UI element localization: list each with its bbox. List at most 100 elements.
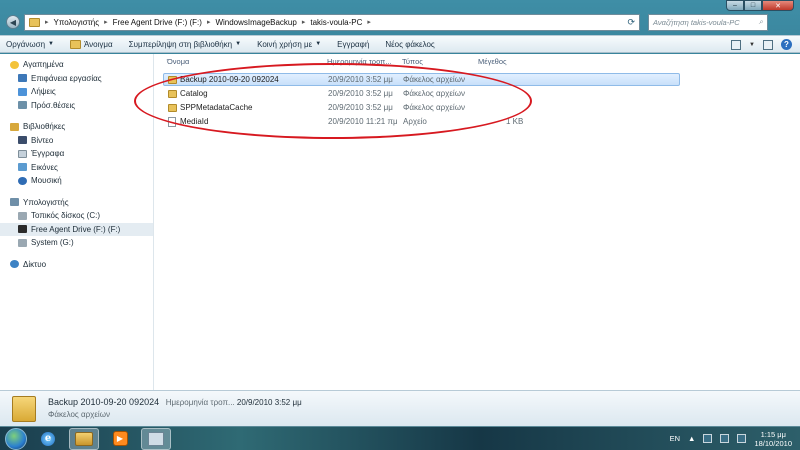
- action-center-icon[interactable]: [703, 434, 713, 443]
- search-icon: ⌕: [758, 17, 763, 26]
- nav-computer-label: Υπολογιστής: [23, 197, 69, 207]
- external-drive-icon: [18, 225, 27, 234]
- chevron-right-icon[interactable]: ▸: [207, 18, 211, 26]
- chevron-down-icon: ▼: [235, 41, 242, 47]
- view-options-icon[interactable]: [731, 39, 742, 50]
- file-row[interactable]: MediaId 20/9/2010 11:21 πμ Αρχείο 1 KB: [163, 115, 680, 128]
- search-input[interactable]: Αναζήτηση takis-voula-PC ⌕: [648, 13, 768, 31]
- nav-recent[interactable]: Πρόσ.θέσεις: [0, 99, 153, 113]
- taskbar: e ▶ EN ▲ 1:15 μμ 18/10/2010: [0, 426, 800, 450]
- folder-icon: [168, 103, 177, 112]
- music-icon: [18, 176, 27, 185]
- breadcrumb-pc[interactable]: takis-voula-PC: [310, 18, 362, 27]
- folder-icon: [69, 39, 81, 49]
- new-folder-button[interactable]: Νέος φάκελος: [385, 40, 434, 49]
- nav-pictures[interactable]: Εικόνες: [0, 161, 153, 175]
- navigation-pane: Αγαπημένα Επιφάνεια εργασίας Λήψεις Πρόσ…: [0, 54, 154, 390]
- file-name: MediaId: [180, 117, 209, 126]
- chevron-right-icon[interactable]: ▸: [302, 18, 306, 26]
- file-name: Backup 2010-09-20 092024: [180, 75, 279, 84]
- nav-drive-f-label: Free Agent Drive (F:) (F:): [31, 224, 121, 234]
- nav-videos[interactable]: Βίντεο: [0, 134, 153, 148]
- organize-button[interactable]: Οργάνωση ▼: [6, 40, 54, 49]
- nav-network[interactable]: Δίκτυο: [0, 258, 153, 272]
- search-placeholder: Αναζήτηση takis-voula-PC: [653, 17, 740, 27]
- minimize-button[interactable]: –: [726, 0, 744, 11]
- nav-documents[interactable]: Έγγραφα: [0, 147, 153, 161]
- language-indicator[interactable]: EN: [670, 434, 680, 443]
- nav-downloads[interactable]: Λήψεις: [0, 85, 153, 99]
- details-date-label: Ημερομηνία τροπ...: [165, 398, 235, 407]
- maximize-button[interactable]: □: [744, 0, 762, 11]
- nav-music-label: Μουσική: [31, 176, 62, 186]
- preview-pane-icon[interactable]: [763, 39, 773, 50]
- taskbar-explorer[interactable]: [69, 427, 99, 450]
- share-button[interactable]: Κοινή χρήση με ▼: [257, 40, 321, 49]
- column-date[interactable]: Ημερομηνία τροπ...: [327, 57, 392, 66]
- internet-explorer-icon: e: [41, 431, 55, 446]
- volume-icon[interactable]: [737, 434, 747, 443]
- file-row[interactable]: SPPMetadataCache 20/9/2010 3:52 μμ Φάκελ…: [163, 101, 680, 114]
- breadcrumb-drive[interactable]: Free Agent Drive (F:) (F:): [113, 18, 202, 27]
- taskbar-media-player[interactable]: ▶: [105, 428, 135, 450]
- file-date: 20/9/2010 3:52 μμ: [328, 89, 393, 98]
- chevron-right-icon[interactable]: ▸: [367, 18, 371, 26]
- command-bar: Οργάνωση ▼ Άνοιγμα Συμπερίληψη στη βιβλι…: [0, 35, 800, 53]
- file-type: Φάκελος αρχείων: [403, 89, 465, 98]
- clock-time: 1:15 μμ: [760, 429, 786, 439]
- close-button[interactable]: ✕: [762, 0, 794, 11]
- nav-videos-label: Βίντεο: [31, 135, 54, 145]
- nav-drive-f[interactable]: Free Agent Drive (F:) (F:): [0, 222, 153, 236]
- chevron-down-icon[interactable]: ▼: [749, 42, 755, 48]
- nav-desktop[interactable]: Επιφάνεια εργασίας: [0, 72, 153, 86]
- nav-computer[interactable]: Υπολογιστής: [0, 196, 153, 210]
- network-status-icon[interactable]: [720, 434, 730, 443]
- nav-desktop-label: Επιφάνεια εργασίας: [31, 73, 102, 83]
- folder-icon: [168, 75, 177, 84]
- organize-label: Οργάνωση: [6, 39, 46, 49]
- nav-favorites[interactable]: Αγαπημένα: [0, 58, 153, 72]
- breadcrumb-backup[interactable]: WindowsImageBackup: [215, 18, 296, 27]
- chevron-right-icon[interactable]: ▸: [45, 18, 49, 26]
- taskbar-internet-explorer[interactable]: e: [33, 428, 63, 450]
- breadcrumb-computer[interactable]: Υπολογιστής: [54, 18, 100, 27]
- chevron-down-icon: ▼: [48, 41, 54, 47]
- start-button[interactable]: [5, 427, 27, 450]
- details-type: Φάκελος αρχείων: [48, 410, 110, 419]
- media-player-icon: ▶: [112, 431, 128, 446]
- network-group: Δίκτυο: [0, 258, 153, 272]
- column-type[interactable]: Τύπος: [402, 57, 423, 66]
- taskbar-network-app[interactable]: [141, 427, 171, 450]
- details-date-value: 20/9/2010 3:52 μμ: [236, 398, 302, 407]
- column-size[interactable]: Μέγεθος: [478, 57, 507, 66]
- burn-button[interactable]: Εγγραφή: [337, 40, 369, 49]
- open-button[interactable]: Άνοιγμα: [69, 39, 113, 49]
- address-bar[interactable]: ▸ Υπολογιστής ▸ Free Agent Drive (F:) (F…: [24, 13, 640, 31]
- downloads-icon: [18, 87, 27, 96]
- nav-libraries[interactable]: Βιβλιοθήκες: [0, 120, 153, 134]
- nav-music[interactable]: Μουσική: [0, 174, 153, 188]
- file-type: Φάκελος αρχείων: [403, 75, 465, 84]
- folder-icon: [12, 395, 36, 422]
- nav-libraries-label: Βιβλιοθήκες: [23, 122, 66, 132]
- back-button[interactable]: ◀: [6, 15, 20, 29]
- file-list: Όνομα Ημερομηνία τροπ... Τύπος Μέγεθος B…: [155, 54, 800, 390]
- column-name[interactable]: Όνομα: [167, 57, 189, 66]
- nav-drive-c[interactable]: Τοπικός δίσκος (C:): [0, 209, 153, 223]
- nav-drive-g[interactable]: System (G:): [0, 236, 153, 250]
- chevron-right-icon[interactable]: ▸: [104, 18, 108, 26]
- file-row[interactable]: Catalog 20/9/2010 3:52 μμ Φάκελος αρχείω…: [163, 87, 680, 100]
- include-library-button[interactable]: Συμπερίληψη στη βιβλιοθήκη ▼: [129, 40, 241, 49]
- chevron-down-icon: ▼: [315, 41, 322, 47]
- file-row[interactable]: Backup 2010-09-20 092024 20/9/2010 3:52 …: [163, 73, 680, 86]
- pictures-icon: [18, 163, 27, 172]
- library-icon: [10, 122, 19, 131]
- nav-drive-c-label: Τοπικός δίσκος (C:): [31, 211, 100, 221]
- clock[interactable]: 1:15 μμ 18/10/2010: [754, 430, 792, 448]
- refresh-icon[interactable]: ⟳: [627, 17, 635, 28]
- help-icon[interactable]: ?: [781, 39, 792, 50]
- nav-documents-label: Έγγραφα: [31, 149, 65, 159]
- include-library-label: Συμπερίληψη στη βιβλιοθήκη: [128, 39, 233, 49]
- show-hidden-icons-icon[interactable]: ▲: [688, 434, 695, 443]
- file-icon: [168, 116, 176, 127]
